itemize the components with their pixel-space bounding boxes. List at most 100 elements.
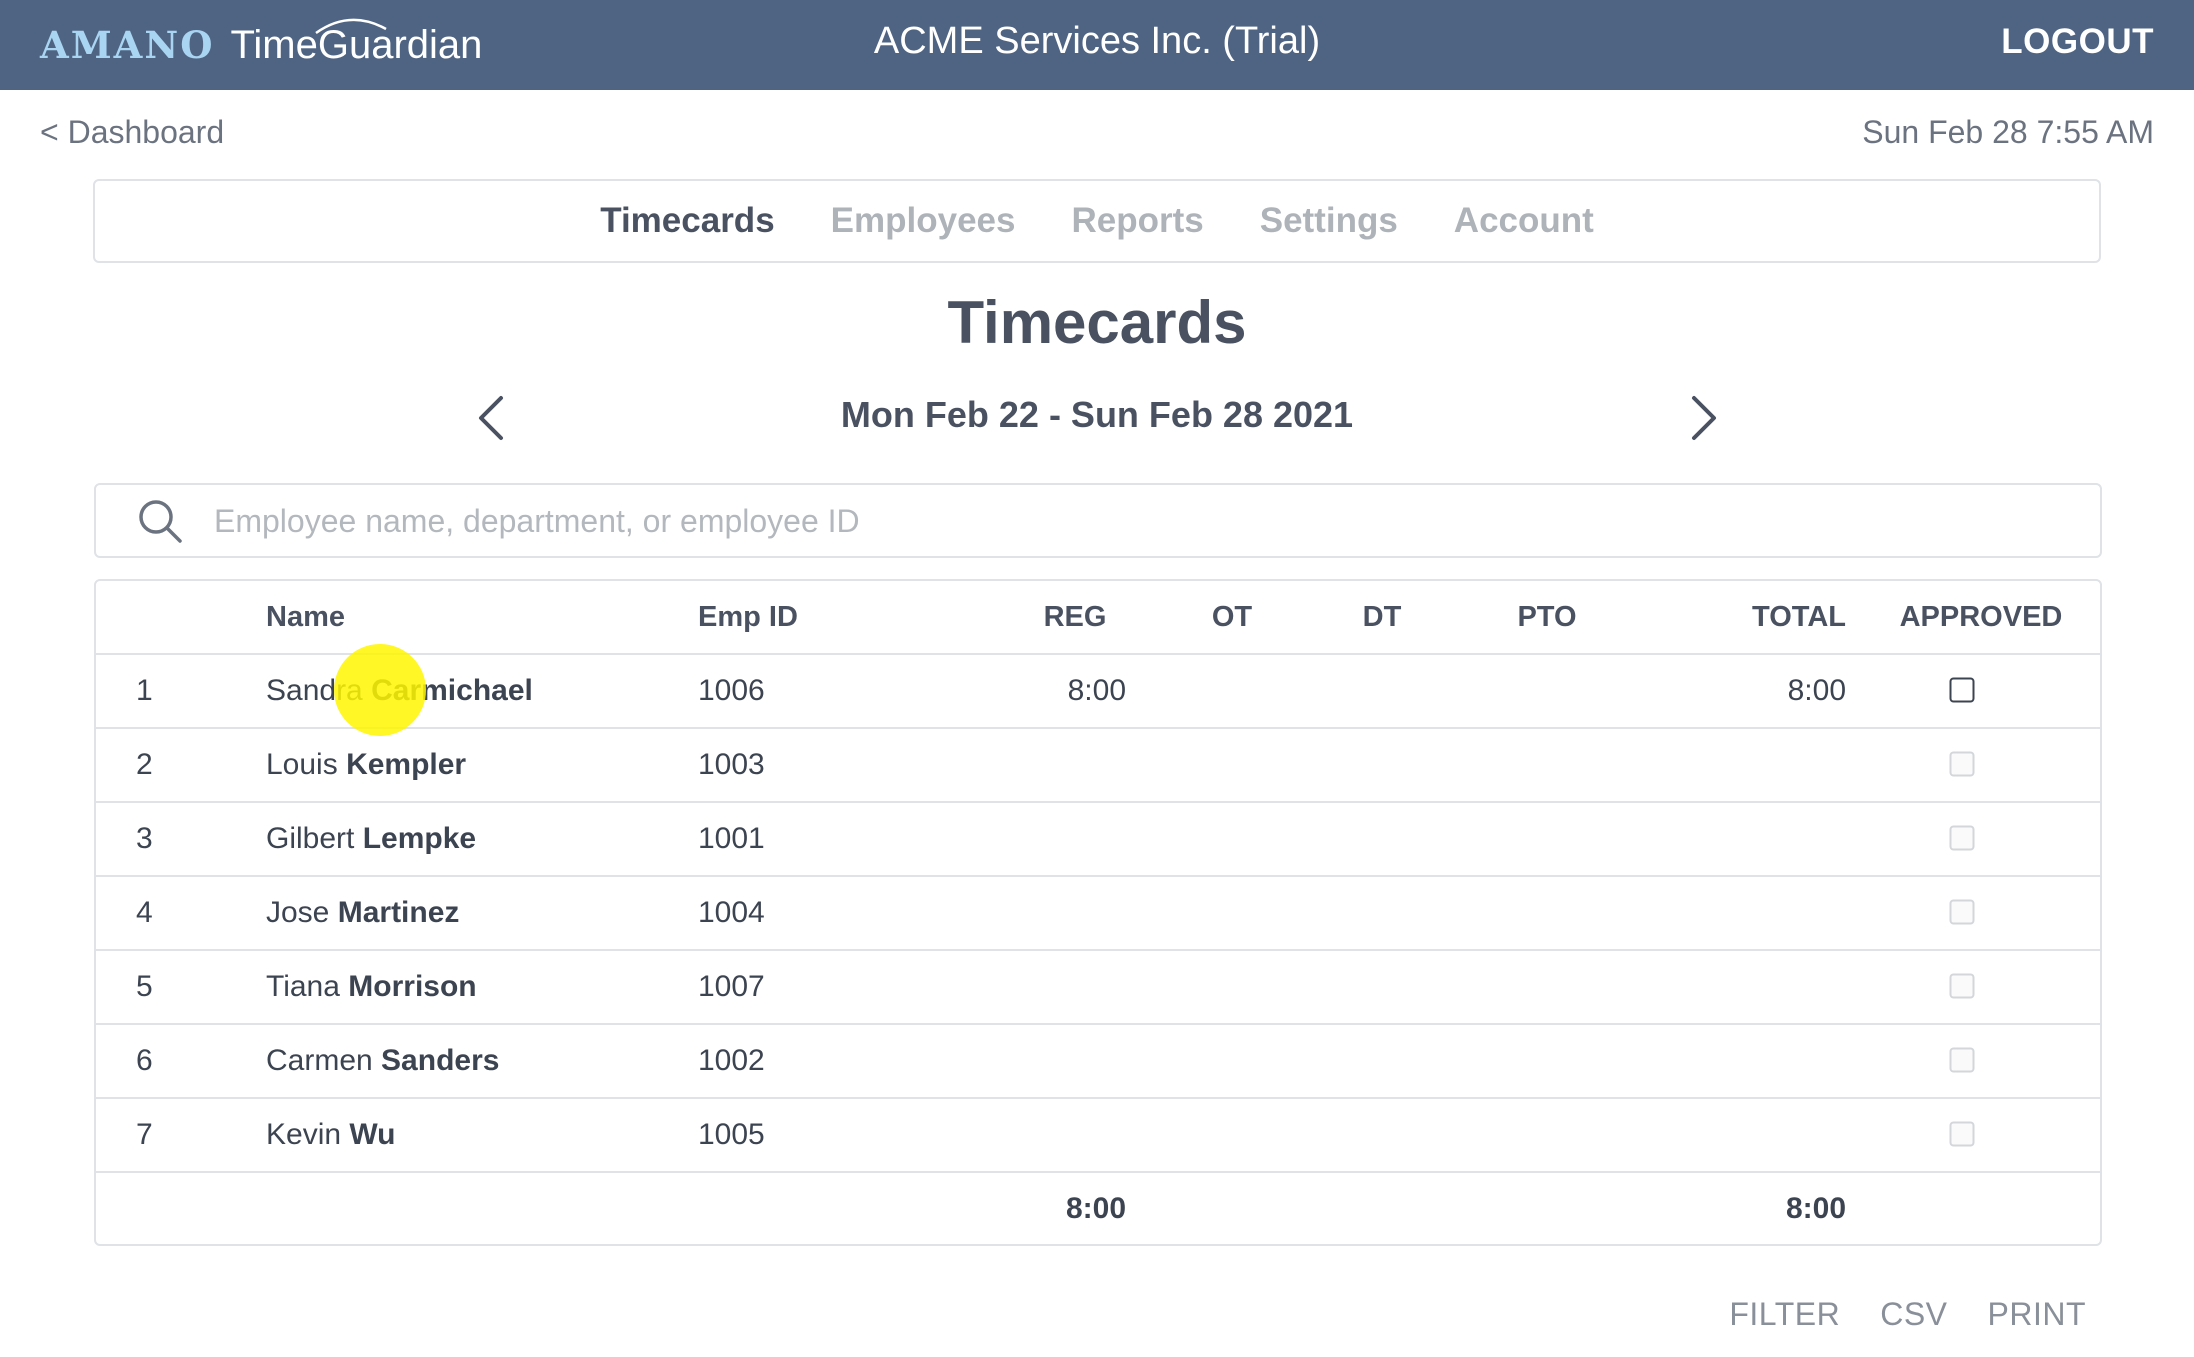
tab-settings[interactable]: Settings <box>1260 201 1398 241</box>
approved-checkbox[interactable] <box>1949 1047 1975 1073</box>
column-header-pto[interactable]: PTO <box>1496 581 1598 653</box>
pto-hours <box>1496 1025 1598 1097</box>
row-number: 3 <box>136 822 153 855</box>
tab-employees[interactable]: Employees <box>831 201 1016 241</box>
approved-checkbox[interactable] <box>1949 825 1975 851</box>
top-bar: AMANO TimeGuardian ACME Services Inc. (T… <box>0 0 2194 90</box>
employee-id: 1002 <box>698 1044 765 1077</box>
employee-name[interactable]: Louis Kempler <box>266 729 466 801</box>
column-header-ot[interactable]: OT <box>1196 581 1268 653</box>
reg-hours <box>1024 729 1126 801</box>
reg-hours <box>1024 1025 1126 1097</box>
column-header-approved[interactable]: APPROVED <box>1866 581 2096 653</box>
employee-id: 1001 <box>698 822 765 855</box>
timecards-table: Name Emp ID REG OT DT PTO TOTAL APPROVED… <box>94 579 2102 1246</box>
column-header-total[interactable]: TOTAL <box>1666 581 1846 653</box>
week-range: Mon Feb 22 - Sun Feb 28 2021 <box>840 394 1354 435</box>
reg-hours-total: 8:00 <box>1065 1192 1126 1225</box>
employee-name[interactable]: Kevin Wu <box>266 1099 396 1171</box>
reg-hours <box>1024 1099 1126 1171</box>
tab-timecards[interactable]: Timecards <box>600 201 774 241</box>
last-name: Morrison <box>348 970 477 1003</box>
table-row[interactable]: 1 Sandra Carmichael 1006 8:00 8:00 <box>96 655 2100 729</box>
reg-hours <box>1024 877 1126 949</box>
table-row[interactable]: 4 Jose Martinez 1004 <box>96 877 2100 951</box>
column-header-reg[interactable]: REG <box>1024 581 1126 653</box>
table-row[interactable]: 2 Louis Kempler 1003 <box>96 729 2100 803</box>
employee-id: 1005 <box>698 1118 765 1151</box>
csv-button[interactable]: CSV <box>1880 1296 1947 1333</box>
total-hours <box>1666 1025 1846 1097</box>
total-hours: 8:00 <box>1787 674 1846 707</box>
employee-name[interactable]: Tiana Morrison <box>266 951 477 1023</box>
ot-hours <box>1196 877 1268 949</box>
approved-checkbox[interactable] <box>1949 1121 1975 1147</box>
pto-hours <box>1496 729 1598 801</box>
main-nav: Timecards Employees Reports Settings Acc… <box>93 179 2101 263</box>
approved-checkbox[interactable] <box>1949 677 1975 703</box>
employee-name[interactable]: Gilbert Lempke <box>266 803 476 875</box>
employee-id: 1004 <box>698 896 765 929</box>
print-button[interactable]: PRINT <box>1988 1296 2087 1333</box>
row-number: 2 <box>136 748 153 781</box>
dt-hours <box>1346 655 1418 727</box>
employee-name[interactable]: Jose Martinez <box>266 877 459 949</box>
approved-checkbox[interactable] <box>1949 973 1975 999</box>
dt-hours <box>1346 1099 1418 1171</box>
total-hours-total: 8:00 <box>1785 1192 1846 1225</box>
back-to-dashboard-link[interactable]: < Dashboard <box>40 114 224 151</box>
dt-hours <box>1346 1025 1418 1097</box>
approved-checkbox[interactable] <box>1949 899 1975 925</box>
table-header-row: Name Emp ID REG OT DT PTO TOTAL APPROVED <box>96 581 2100 655</box>
current-datetime: Sun Feb 28 7:55 AM <box>1862 114 2154 150</box>
page-title: Timecards <box>947 289 1247 356</box>
row-number: 1 <box>136 674 153 707</box>
first-name: Jose <box>266 896 330 929</box>
first-name: Kevin <box>266 1118 342 1151</box>
employee-id: 1006 <box>698 674 765 707</box>
first-name: Tiana <box>266 970 340 1003</box>
search-box <box>94 483 2102 558</box>
week-navigator: Mon Feb 22 - Sun Feb 28 2021 <box>0 388 2194 448</box>
company-name: ACME Services Inc. (Trial) <box>873 20 1321 62</box>
column-header-emp-id[interactable]: Emp ID <box>698 581 798 653</box>
total-hours <box>1666 729 1846 801</box>
table-totals-row: 8:00 8:00 <box>96 1173 2100 1247</box>
dt-hours <box>1346 803 1418 875</box>
table-row[interactable]: 3 Gilbert Lempke 1001 <box>96 803 2100 877</box>
tab-reports[interactable]: Reports <box>1071 201 1203 241</box>
ot-hours <box>1196 729 1268 801</box>
table-row[interactable]: 6 Carmen Sanders 1002 <box>96 1025 2100 1099</box>
table-row[interactable]: 5 Tiana Morrison 1007 <box>96 951 2100 1025</box>
approved-checkbox[interactable] <box>1949 751 1975 777</box>
pto-hours <box>1496 951 1598 1023</box>
employee-id: 1007 <box>698 970 765 1003</box>
employee-name[interactable]: Carmen Sanders <box>266 1025 499 1097</box>
dt-hours <box>1346 729 1418 801</box>
total-hours <box>1666 803 1846 875</box>
tab-account[interactable]: Account <box>1454 201 1594 241</box>
employee-name[interactable]: Sandra Carmichael <box>266 655 533 727</box>
chevron-right-icon <box>1692 396 1716 440</box>
last-name: Sanders <box>381 1044 500 1077</box>
column-header-name[interactable]: Name <box>266 581 345 653</box>
reg-hours <box>1024 803 1126 875</box>
pto-hours <box>1496 655 1598 727</box>
column-header-dt[interactable]: DT <box>1346 581 1418 653</box>
total-hours <box>1666 1099 1846 1171</box>
search-input[interactable] <box>212 495 2076 547</box>
employee-id: 1003 <box>698 748 765 781</box>
pto-hours <box>1496 803 1598 875</box>
table-row[interactable]: 7 Kevin Wu 1005 <box>96 1099 2100 1173</box>
ot-hours <box>1196 1099 1268 1171</box>
next-week-button[interactable] <box>1672 388 1732 448</box>
row-number: 6 <box>136 1044 153 1077</box>
total-hours <box>1666 877 1846 949</box>
row-number: 4 <box>136 896 153 929</box>
search-icon <box>139 500 182 543</box>
filter-button[interactable]: FILTER <box>1729 1296 1840 1333</box>
row-number: 5 <box>136 970 153 1003</box>
first-name: Gilbert <box>266 822 355 855</box>
last-name: Kempler <box>346 748 467 781</box>
logout-button[interactable]: LOGOUT <box>2001 22 2154 62</box>
